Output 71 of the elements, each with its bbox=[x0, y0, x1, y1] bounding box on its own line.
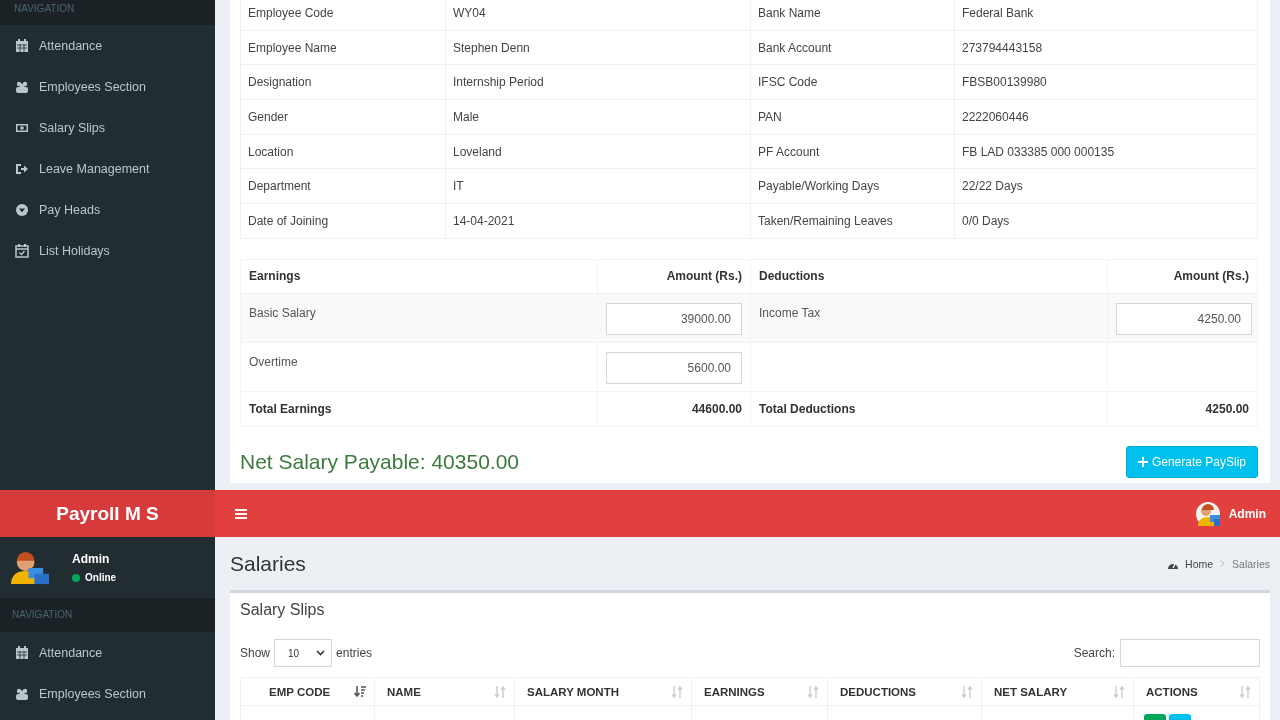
net-salary: Net Salary Payable: 40350.00 bbox=[240, 449, 520, 474]
field-value: FBSB00139980 bbox=[954, 64, 1258, 100]
search-label: Search: bbox=[1073, 646, 1115, 660]
box-title: Salary Slips bbox=[240, 600, 326, 620]
field-label: Employee Code bbox=[240, 0, 446, 31]
amount-field[interactable]: 5600.00 bbox=[606, 351, 742, 384]
field-value: 14-04-2021 bbox=[445, 203, 751, 239]
sidebar-item[interactable]: Leave Management bbox=[0, 148, 215, 189]
column-header[interactable]: NET SALARY bbox=[981, 677, 1134, 706]
total-value: 44600.00 bbox=[597, 391, 751, 427]
field-value: FB LAD 033385 000 000135 bbox=[954, 134, 1258, 169]
sidebar-item[interactable]: Employees Section bbox=[0, 66, 215, 107]
column-header: Amount (Rs.) bbox=[597, 259, 751, 294]
field-value: 22/22 Days bbox=[954, 168, 1258, 204]
field-label: Employee Name bbox=[240, 30, 446, 65]
amount-field[interactable]: 39000.00 bbox=[606, 302, 742, 335]
field-label: Location bbox=[240, 134, 446, 169]
column-header[interactable]: SALARY MONTH bbox=[514, 677, 692, 706]
field-value: 273794443158 bbox=[954, 30, 1258, 65]
pay-head-label: Overtime bbox=[249, 354, 298, 369]
breadcrumb-link[interactable]: Home bbox=[1167, 557, 1214, 570]
show-label: Show bbox=[240, 646, 271, 660]
field-value: Loveland bbox=[445, 134, 751, 169]
field-label: Taken/Remaining Leaves bbox=[750, 203, 955, 239]
field-value: Internship Period bbox=[445, 64, 751, 100]
field-label: Designation bbox=[240, 64, 446, 100]
user-name: Admin bbox=[72, 552, 111, 566]
nav-heading: NAVIGATION bbox=[0, 598, 215, 632]
column-header[interactable]: DEDUCTIONS bbox=[827, 677, 982, 706]
field-value: Stephen Denn bbox=[445, 30, 751, 65]
field-label: Payable/Working Days bbox=[750, 168, 955, 204]
field-value: IT bbox=[445, 168, 751, 204]
field-label: Date of Joining bbox=[240, 203, 446, 239]
field-value: WY04 bbox=[445, 0, 751, 31]
sidebar-item[interactable]: Salary Slips bbox=[0, 107, 215, 148]
amount-field[interactable]: 4250.00 bbox=[1116, 302, 1252, 335]
column-header: Earnings bbox=[240, 259, 598, 294]
app-logo[interactable]: Payroll M S bbox=[0, 490, 215, 537]
column-header[interactable]: EARNINGS bbox=[691, 677, 828, 706]
nav-heading: NAVIGATION bbox=[0, 0, 215, 25]
field-label: Bank Account bbox=[750, 30, 955, 65]
page-title: Salaries bbox=[230, 551, 306, 576]
entries-label: entries bbox=[336, 646, 373, 660]
total-label: Total Deductions bbox=[750, 391, 1108, 427]
column-header[interactable]: ACTIONS bbox=[1133, 677, 1260, 706]
field-label: Department bbox=[240, 168, 446, 204]
field-label: PAN bbox=[750, 99, 955, 135]
field-value: 0/0 Days bbox=[954, 203, 1258, 239]
field-value: Federal Bank bbox=[954, 0, 1258, 31]
field-label: PF Account bbox=[750, 134, 955, 169]
pay-head-label: Basic Salary bbox=[249, 305, 316, 320]
field-label: Gender bbox=[240, 99, 446, 135]
field-label: Bank Name bbox=[750, 0, 955, 31]
sidebar-item[interactable]: Pay Heads bbox=[0, 189, 215, 230]
column-header: Deductions bbox=[750, 259, 1108, 294]
field-value: Male bbox=[445, 99, 751, 135]
sidebar-item[interactable]: Employees Section bbox=[0, 673, 215, 714]
total-value: 4250.00 bbox=[1107, 391, 1258, 427]
entries-select[interactable]: 10 bbox=[274, 639, 333, 667]
field-label: IFSC Code bbox=[750, 64, 955, 100]
sidebar-item[interactable]: Attendance bbox=[0, 632, 215, 673]
sidebar-item[interactable]: Attendance bbox=[0, 25, 215, 66]
user-menu[interactable]: Admin bbox=[1195, 501, 1266, 526]
sidebar-item[interactable]: List Holidays bbox=[0, 230, 215, 271]
pay-head-label: Income Tax bbox=[759, 305, 821, 320]
online-status: Online bbox=[72, 572, 117, 583]
field-value: 2222060446 bbox=[954, 99, 1258, 135]
column-header: Amount (Rs.) bbox=[1107, 259, 1258, 294]
column-header[interactable]: NAME bbox=[374, 677, 515, 706]
total-label: Total Earnings bbox=[240, 391, 598, 427]
column-header[interactable]: EMP CODE bbox=[240, 677, 375, 706]
